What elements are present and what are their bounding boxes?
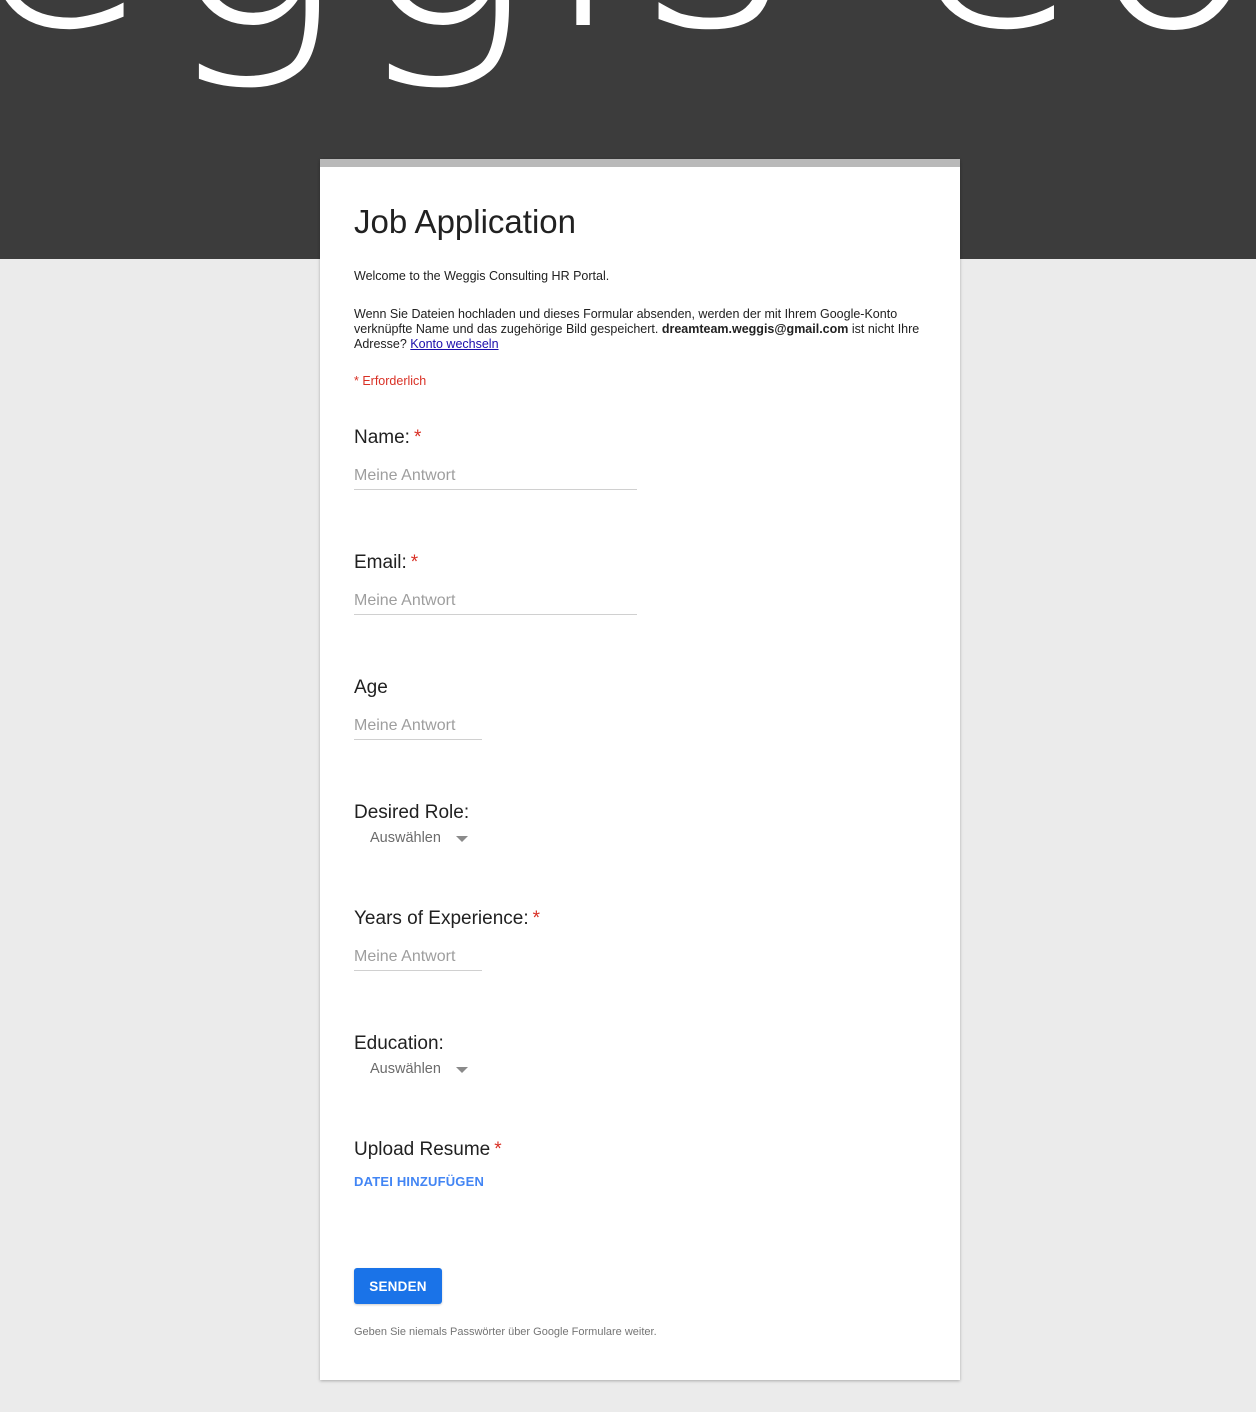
- required-asterisk: *: [532, 908, 541, 929]
- caret-down-icon: [455, 836, 468, 842]
- welcome-text: Welcome to the Weggis Consulting HR Port…: [354, 269, 610, 283]
- form-card: Job Application Welcome to the Weggis Co…: [320, 159, 960, 1380]
- question-label: Years of Experience: *: [354, 908, 926, 930]
- question-resume: Upload Resume * DATEI HINZUFÜGEN: [354, 1139, 926, 1189]
- account-notice: Wenn Sie Dateien hochladen und dieses Fo…: [354, 307, 926, 352]
- education-label: Education:: [354, 1033, 444, 1054]
- question-label: Education:: [354, 1033, 926, 1055]
- education-select[interactable]: Auswählen: [370, 1059, 468, 1079]
- form-title: Job Application: [354, 203, 576, 240]
- required-note: * Erforderlich: [354, 374, 427, 388]
- required-asterisk: *: [410, 552, 419, 573]
- add-file-button[interactable]: DATEI HINZUFÜGEN: [354, 1174, 484, 1189]
- question-label: Upload Resume *: [354, 1139, 926, 1161]
- email-label: Email:: [354, 552, 407, 573]
- question-desired-role: Desired Role: Auswählen: [354, 802, 926, 846]
- desired-role-label: Desired Role:: [354, 802, 470, 823]
- question-age: Age: [354, 677, 926, 740]
- name-label: Name:: [354, 427, 410, 448]
- question-experience: Years of Experience: *: [354, 908, 926, 971]
- question-label: Name: *: [354, 427, 926, 449]
- required-asterisk: *: [413, 427, 422, 448]
- card-top-bar: [320, 159, 960, 167]
- submit-button[interactable]: SENDEN: [354, 1268, 442, 1304]
- password-warning: Geben Sie niemals Passwörter über Google…: [354, 1326, 657, 1338]
- question-name: Name: *: [354, 427, 926, 490]
- select-value: Auswählen: [370, 830, 441, 846]
- banner-logo-text: eggis consu: [0, 0, 1256, 72]
- experience-label: Years of Experience:: [354, 908, 529, 929]
- required-asterisk: *: [494, 1139, 502, 1160]
- switch-account-link[interactable]: Konto wechseln: [410, 337, 498, 351]
- question-label: Desired Role:: [354, 802, 926, 824]
- name-input[interactable]: [354, 463, 637, 490]
- email-input[interactable]: [354, 588, 637, 615]
- question-education: Education: Auswählen: [354, 1033, 926, 1077]
- select-value: Auswählen: [370, 1061, 441, 1077]
- account-email: dreamteam.weggis@gmail.com: [661, 322, 849, 336]
- age-label: Age: [354, 677, 388, 698]
- desired-role-select[interactable]: Auswählen: [370, 828, 468, 848]
- question-label: Age: [354, 677, 926, 699]
- age-input[interactable]: [354, 713, 482, 740]
- experience-input[interactable]: [354, 944, 482, 971]
- resume-label: Upload Resume: [354, 1139, 491, 1160]
- question-email: Email: *: [354, 552, 926, 615]
- question-label: Email: *: [354, 552, 926, 574]
- caret-down-icon: [455, 1067, 468, 1073]
